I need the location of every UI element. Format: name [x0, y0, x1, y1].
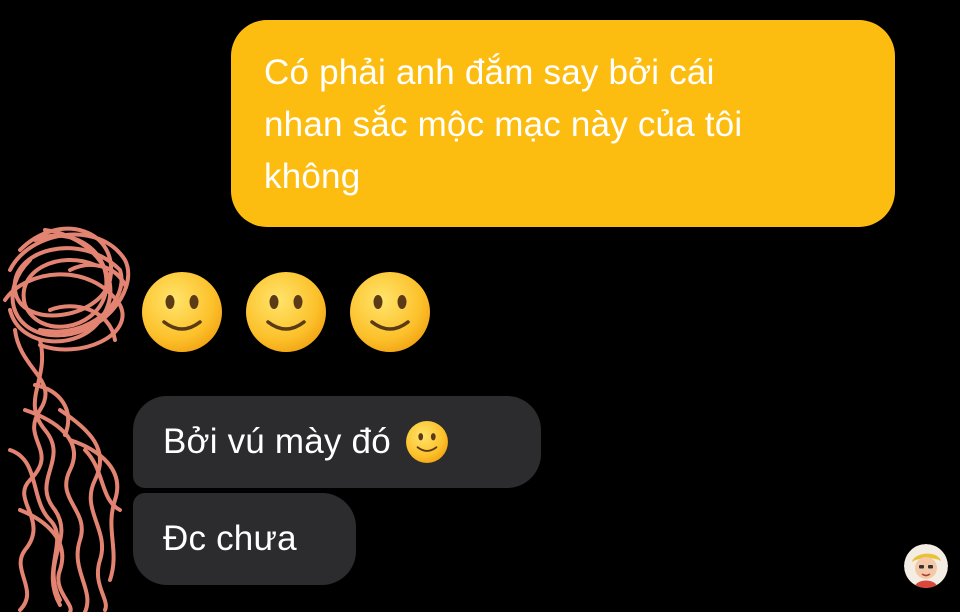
outgoing-message-line: Có phải anh đắm say bởi cái	[264, 53, 715, 92]
slightly-smiling-face-icon	[142, 272, 222, 352]
avatar	[904, 544, 948, 588]
slightly-smiling-face-icon	[350, 272, 430, 352]
outgoing-message-line: nhan sắc mộc mạc này của tôi	[264, 105, 743, 144]
read-receipt-avatar	[904, 544, 948, 588]
incoming-message-bubble[interactable]: Bởi vú mày đó	[133, 396, 541, 488]
outgoing-message-line: không	[264, 157, 361, 196]
slightly-smiling-face-icon	[405, 421, 448, 463]
slightly-smiling-face-icon	[246, 272, 326, 352]
outgoing-message-bubble[interactable]: Có phải anh đắm say bởi cái nhan sắc mộc…	[231, 20, 895, 227]
chat-thread: Có phải anh đắm say bởi cái nhan sắc mộc…	[0, 0, 960, 612]
incoming-message-text: Đc chưa	[163, 519, 297, 558]
emoji-message[interactable]	[140, 270, 432, 354]
incoming-message-text: Bởi vú mày đó	[163, 422, 391, 461]
incoming-message-bubble[interactable]: Đc chưa	[133, 493, 356, 585]
redacted-avatar-scribble	[3, 226, 131, 612]
